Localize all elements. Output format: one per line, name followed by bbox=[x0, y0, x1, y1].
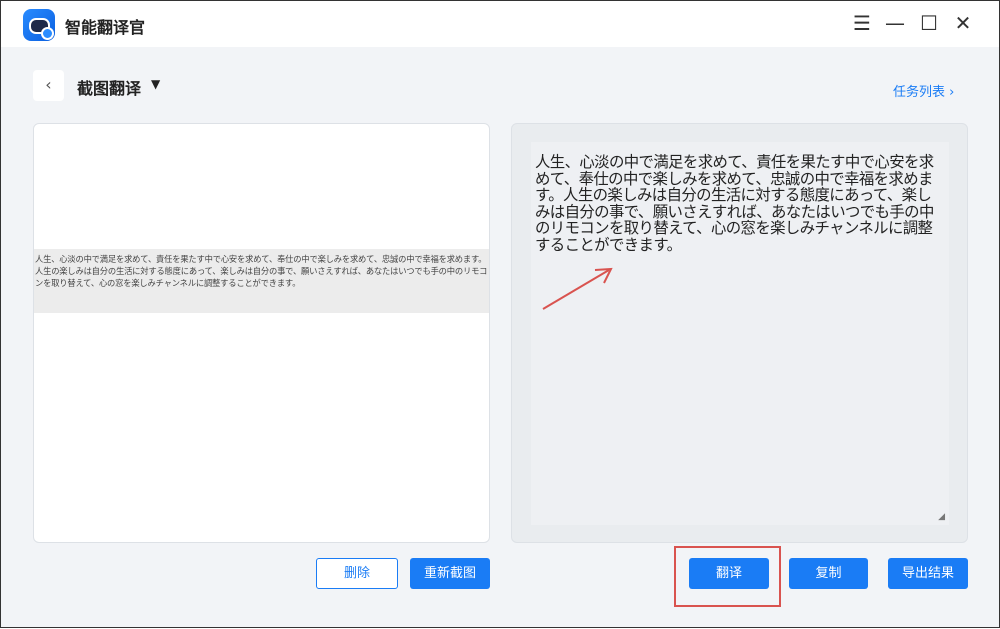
app-window: 智能翻译官 ☰ — ☐ ✕ ‹ 截图翻译 ▼ 任务列表 › 人生、心淡の中で満足… bbox=[0, 0, 1000, 628]
recapture-button[interactable]: 重新截图 bbox=[410, 558, 490, 589]
copy-button[interactable]: 复制 bbox=[789, 558, 868, 589]
highlight-box bbox=[674, 546, 781, 607]
export-button[interactable]: 导出结果 bbox=[888, 558, 968, 589]
delete-button[interactable]: 删除 bbox=[316, 558, 398, 589]
annotation-arrow bbox=[1, 1, 1000, 629]
